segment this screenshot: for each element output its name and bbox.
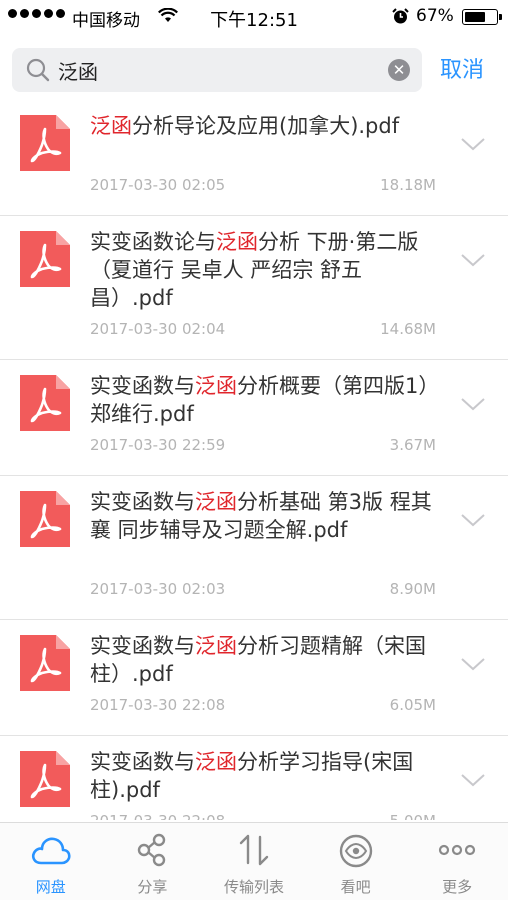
file-name-text: 分析导论及应用(加拿大).pdf xyxy=(132,114,400,138)
file-row[interactable]: 实变函数与泛函分析基础 第3版 程其襄 同步辅导及习题全解.pdf 2017-03… xyxy=(0,476,508,620)
search-match-highlight: 泛函 xyxy=(216,230,258,254)
search-match-highlight: 泛函 xyxy=(195,634,237,658)
chevron-down-icon[interactable] xyxy=(460,396,486,412)
status-bar: 中国移动 下午12:51 67% xyxy=(0,0,508,34)
alarm-icon xyxy=(392,8,409,24)
search-match-highlight: 泛函 xyxy=(90,114,132,138)
search-input[interactable] xyxy=(58,48,388,92)
tab-share[interactable]: 分享 xyxy=(102,823,204,900)
tab-cloud[interactable]: 网盘 xyxy=(0,823,102,900)
pdf-file-icon xyxy=(20,115,70,171)
tab-transfer[interactable]: 传输列表 xyxy=(203,823,305,900)
file-size: 6.05M xyxy=(389,696,436,714)
battery-icon xyxy=(462,9,502,25)
file-name-text: 实变函数与 xyxy=(90,374,195,398)
search-match-highlight: 泛函 xyxy=(195,750,237,774)
file-name: 实变函数与泛函分析习题精解（宋国柱）.pdf xyxy=(90,632,444,688)
file-size: 8.90M xyxy=(389,580,436,598)
file-date: 2017-03-30 22:08 xyxy=(90,696,226,714)
cancel-button[interactable]: 取消 xyxy=(440,52,484,84)
file-size: 3.67M xyxy=(389,436,436,454)
eye-icon xyxy=(339,834,372,868)
chevron-down-icon[interactable] xyxy=(460,656,486,672)
file-name: 实变函数与泛函分析基础 第3版 程其襄 同步辅导及习题全解.pdf xyxy=(90,488,444,544)
tab-bar: 网盘 分享 传输列表 看吧 更多 xyxy=(0,822,508,900)
file-name-text: 实变函数与 xyxy=(90,634,195,658)
file-row[interactable]: 实变函数与泛函分析学习指导(宋国柱).pdf 2017-03-30 22:08 5.… xyxy=(0,736,508,820)
search-match-highlight: 泛函 xyxy=(195,490,237,514)
file-list: 泛函分析导论及应用(加拿大).pdf 2017-03-30 02:05 18.18M… xyxy=(0,100,508,820)
chevron-down-icon[interactable] xyxy=(460,512,486,528)
tab-more[interactable]: 更多 xyxy=(406,823,508,900)
file-date: 2017-03-30 02:04 xyxy=(90,320,226,338)
file-name-text: 实变函数论与 xyxy=(90,230,216,254)
tab-label: 网盘 xyxy=(35,878,66,896)
pdf-file-icon xyxy=(20,635,70,691)
file-row[interactable]: 泛函分析导论及应用(加拿大).pdf 2017-03-30 02:05 18.18M xyxy=(0,100,508,216)
file-date: 2017-03-30 22:08 xyxy=(90,812,225,820)
pdf-file-icon xyxy=(20,751,70,807)
file-row[interactable]: 实变函数与泛函分析习题精解（宋国柱）.pdf 2017-03-30 22:08 6.… xyxy=(0,620,508,736)
file-name-text: 实变函数与 xyxy=(90,750,195,774)
file-row[interactable]: 实变函数论与泛函分析 下册·第二版（夏道行 吴卓人 严绍宗 舒五昌）.pdf 20… xyxy=(0,216,508,360)
tab-label: 看吧 xyxy=(340,878,371,896)
transfer-icon xyxy=(239,834,269,866)
battery-percentage: 67% xyxy=(416,6,454,26)
share-icon xyxy=(138,833,166,867)
file-name: 实变函数与泛函分析概要（第四版1）郑维行.pdf xyxy=(90,372,444,428)
file-date: 2017-03-30 02:05 xyxy=(90,176,226,194)
pdf-file-icon xyxy=(20,375,70,431)
more-icon xyxy=(439,844,476,856)
tab-label: 更多 xyxy=(442,878,473,896)
file-date: 2017-03-30 02:03 xyxy=(90,580,226,598)
file-name: 实变函数论与泛函分析 下册·第二版（夏道行 吴卓人 严绍宗 舒五昌）.pdf xyxy=(90,228,444,312)
search-match-highlight: 泛函 xyxy=(195,374,237,398)
file-name: 泛函分析导论及应用(加拿大).pdf xyxy=(90,112,444,140)
tab-eye[interactable]: 看吧 xyxy=(305,823,407,900)
chevron-down-icon[interactable] xyxy=(460,136,486,152)
chevron-down-icon[interactable] xyxy=(460,252,486,268)
file-name-text: 实变函数与 xyxy=(90,490,195,514)
search-bar: ✕ xyxy=(12,48,422,92)
clear-search-button[interactable]: ✕ xyxy=(388,59,410,81)
file-date: 2017-03-30 22:59 xyxy=(90,436,226,454)
file-size: 5.00M xyxy=(390,812,436,820)
file-size: 18.18M xyxy=(380,176,436,194)
file-name: 实变函数与泛函分析学习指导(宋国柱).pdf xyxy=(90,748,444,804)
search-icon xyxy=(26,58,50,82)
tab-label: 分享 xyxy=(137,878,168,896)
pdf-file-icon xyxy=(20,231,70,287)
cloud-icon xyxy=(31,837,71,865)
chevron-down-icon[interactable] xyxy=(460,772,486,788)
file-size: 14.68M xyxy=(380,320,436,338)
pdf-file-icon xyxy=(20,491,70,547)
file-row[interactable]: 实变函数与泛函分析概要（第四版1）郑维行.pdf 2017-03-30 22:59… xyxy=(0,360,508,476)
tab-label: 传输列表 xyxy=(223,878,284,896)
